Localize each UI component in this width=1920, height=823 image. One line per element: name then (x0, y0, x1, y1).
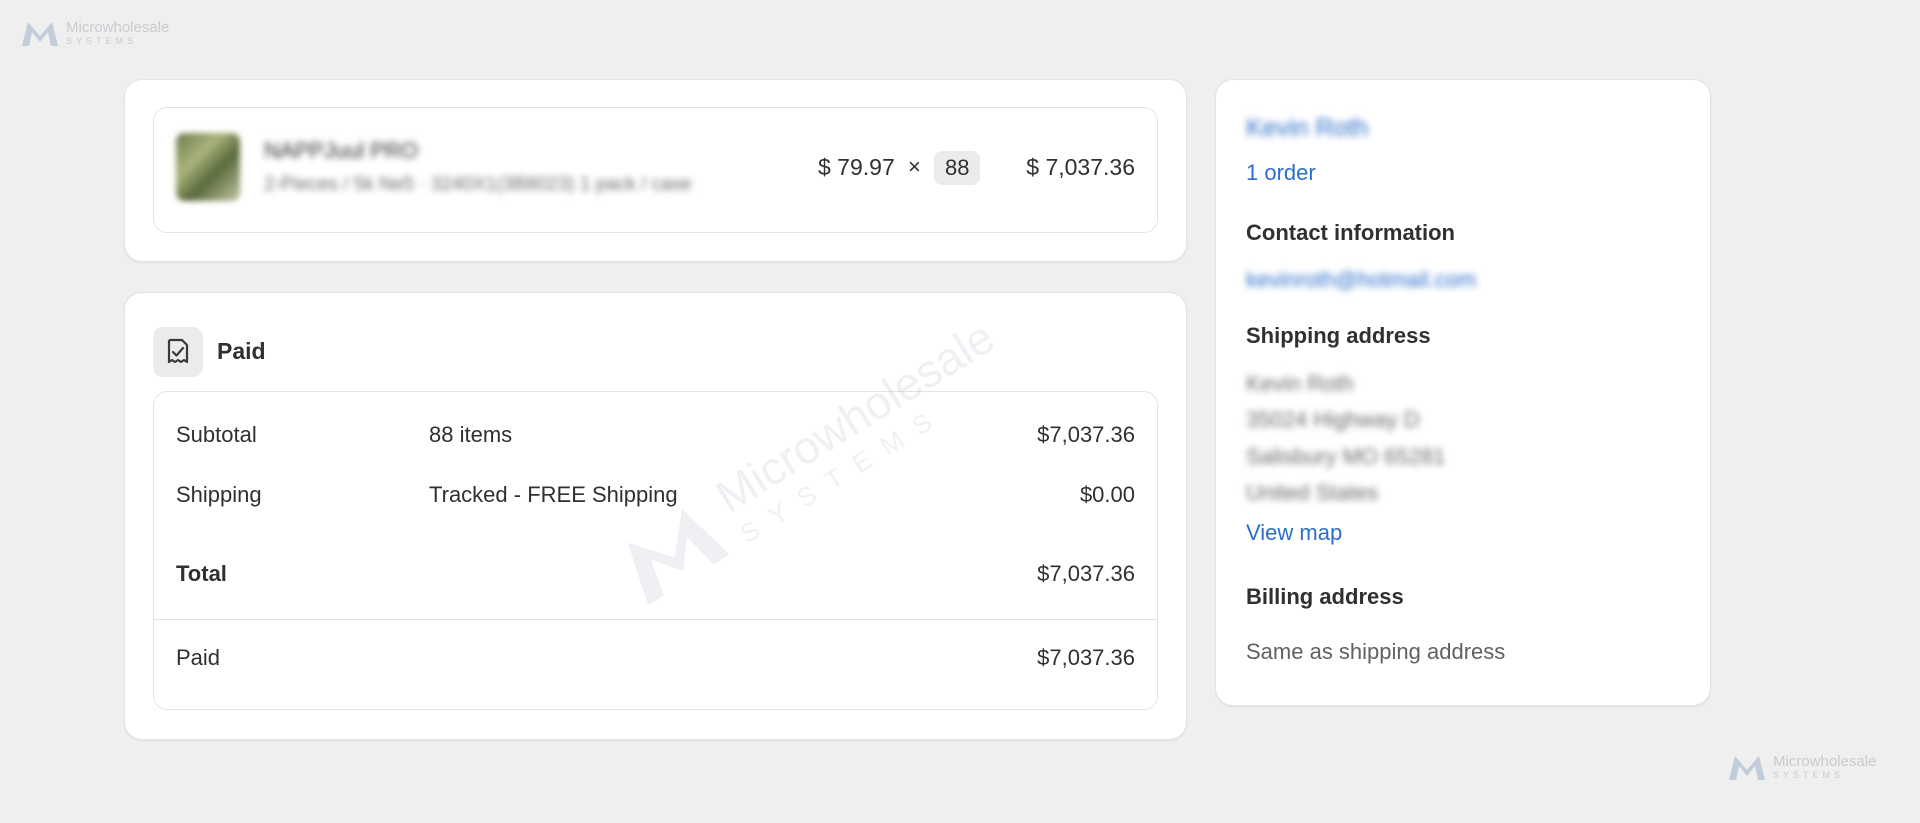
receipt-check-icon (153, 327, 203, 377)
payment-summary: Subtotal 88 items $7,037.36 Shipping Tra… (153, 391, 1158, 710)
customer-orders-link[interactable]: 1 order (1246, 160, 1316, 186)
line-item-card: NAPPJuul PRO 2-Pieces / 5k Ne5 · 3240X1(… (124, 79, 1187, 262)
quantity-badge: 88 (934, 151, 981, 185)
unit-price: $ 79.97 (818, 154, 895, 180)
shipping-address-line: 35024 Highway D (1246, 407, 1420, 432)
shipping-amount: $0.00 (1079, 482, 1135, 507)
customer-name-link[interactable]: Kevin Roth (1246, 114, 1368, 143)
subtotal-label: Subtotal (176, 422, 257, 447)
paid-amount: $7,037.36 (1037, 645, 1135, 670)
total-amount: $7,037.36 (1037, 561, 1135, 586)
billing-same-text: Same as shipping address (1246, 639, 1506, 664)
payment-status-title: Paid (217, 338, 266, 364)
brand-sub: SYSTEMS (1773, 770, 1845, 780)
subtotal-amount: $7,037.36 (1037, 422, 1135, 447)
shipping-address-line: United States (1246, 480, 1379, 505)
subtotal-items: 88 items (429, 422, 513, 447)
brand-mark-icon (1729, 756, 1765, 780)
brand-mark-icon (22, 22, 58, 46)
line-item-row: NAPPJuul PRO 2-Pieces / 5k Ne5 · 3240X1(… (153, 107, 1158, 233)
shipping-label: Shipping (176, 482, 262, 507)
total-label: Total (176, 561, 227, 586)
brand-name: Microwholesale (66, 19, 170, 36)
brand-name: Microwholesale (1773, 753, 1877, 770)
payment-card: Paid Subtotal 88 items $7,037.36 Shippin… (124, 292, 1187, 740)
product-name[interactable]: NAPPJuul PRO (264, 138, 418, 164)
shipping-address-title: Shipping address (1246, 323, 1431, 348)
contact-info-title: Contact information (1246, 220, 1455, 245)
brand-sub: SYSTEMS (66, 36, 138, 46)
brand-logo: Microwholesale SYSTEMS (20, 18, 169, 48)
customer-card: Kevin Roth 1 order Contact information k… (1215, 79, 1711, 706)
shipping-method: Tracked - FREE Shipping (429, 482, 678, 507)
shipping-address-line: Salisbury MO 65281 (1246, 444, 1446, 469)
times-sign: × (908, 154, 921, 179)
product-thumbnail[interactable] (176, 133, 240, 201)
brand-logo-footer: Microwholesale SYSTEMS (1727, 752, 1876, 782)
view-map-link[interactable]: View map (1246, 520, 1342, 546)
customer-email-link[interactable]: kevinroth@hotmail.com (1246, 267, 1476, 293)
summary-divider (154, 619, 1157, 620)
paid-label: Paid (176, 645, 221, 670)
billing-address-title: Billing address (1246, 584, 1404, 609)
shipping-address-line: Kevin Roth (1246, 371, 1354, 396)
product-variant: 2-Pieces / 5k Ne5 · 3240X1(3B8023) 1 pac… (264, 174, 692, 195)
line-total: $ 7,037.36 (1026, 154, 1135, 180)
